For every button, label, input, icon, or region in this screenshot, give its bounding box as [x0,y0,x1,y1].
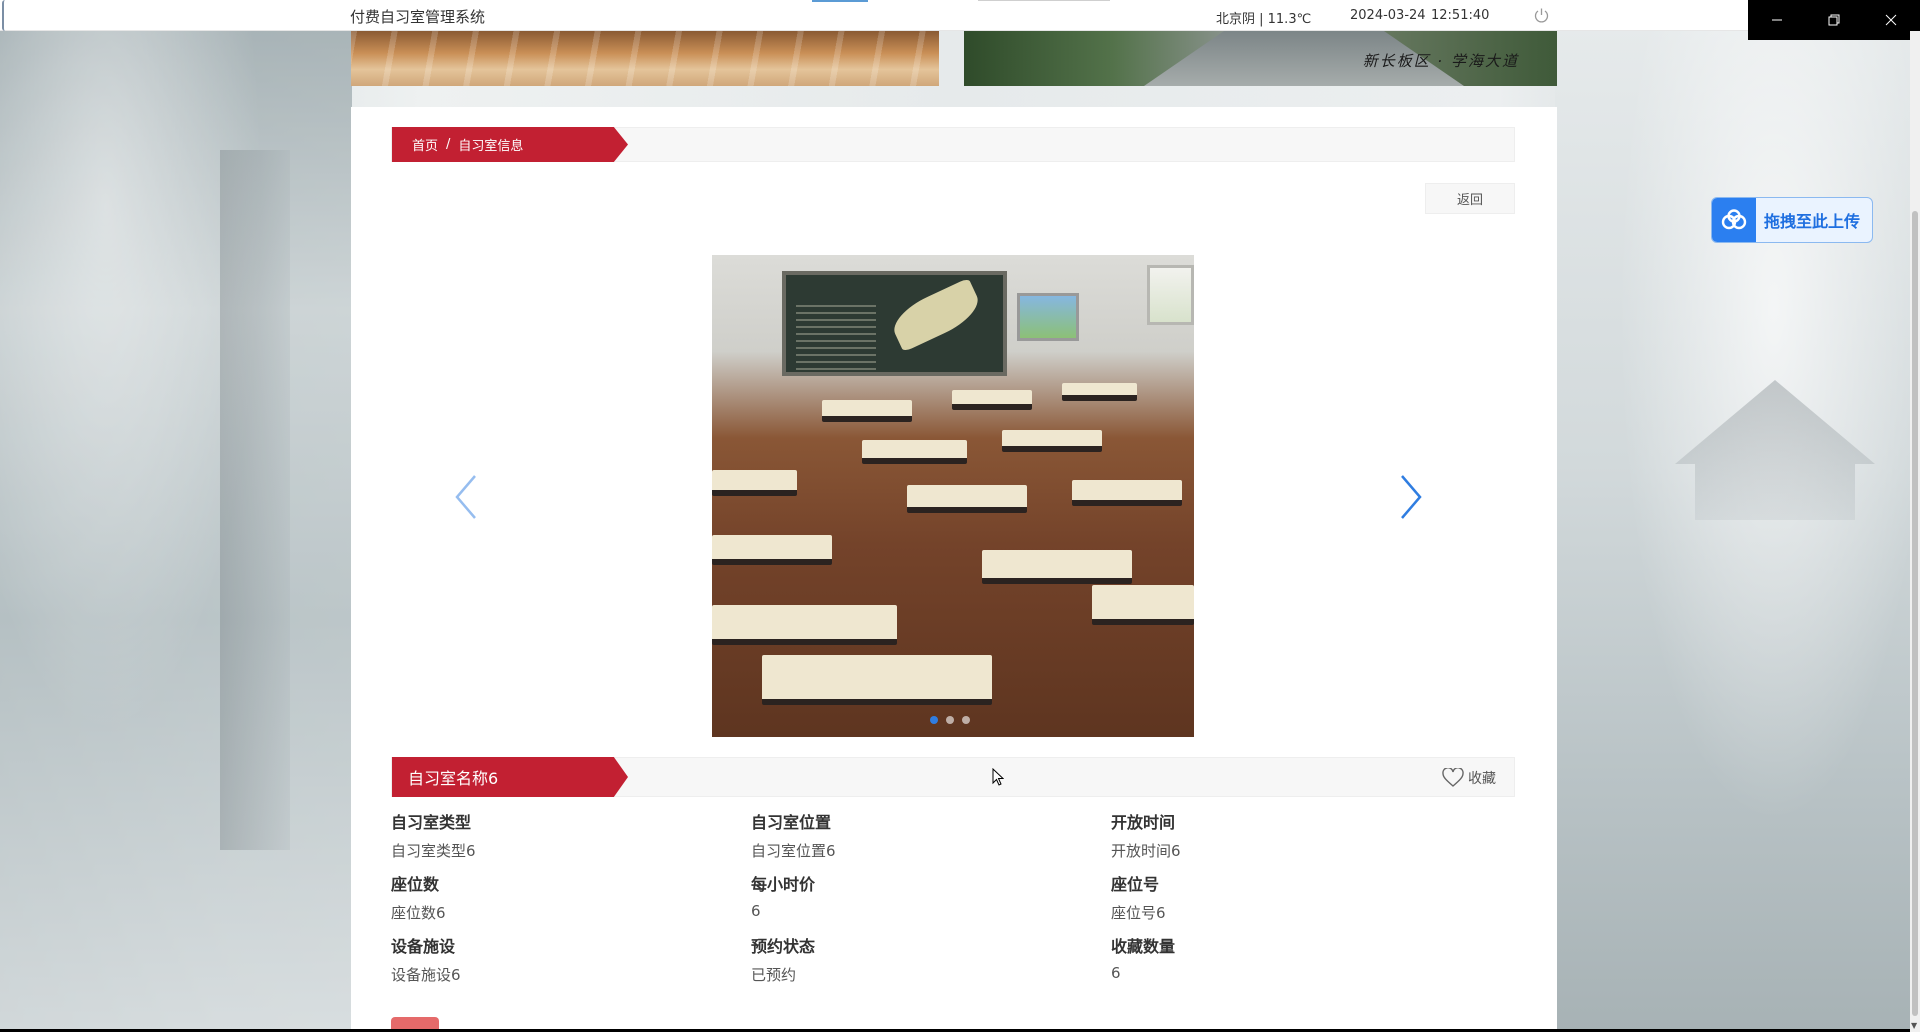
field-label: 收藏数量 [1111,937,1176,956]
banner-caption: 新长板区 · 学海大道 [1362,52,1519,70]
field-value: 已预约 [751,966,797,984]
heart-icon [1442,768,1464,787]
background-right [1555,0,1920,1032]
image-carousel [391,255,1515,737]
breadcrumb-home-link[interactable]: 首页 [412,135,438,154]
carousel-dot[interactable] [962,716,970,724]
breadcrumb-separator: / [446,137,451,152]
field-value: 座位数6 [391,904,446,922]
restore-icon [1828,14,1839,26]
close-icon [1885,14,1896,26]
chevron-left-icon [455,475,476,519]
field-value: 设备施设6 [391,966,461,984]
info-column-3: 开放时间 开放时间6 座位号 座位号6 收藏数量 6 [1111,809,1451,995]
slide-window [1147,265,1194,325]
detail-panel: 首页 / 自习室信息 返回 自习室名称6 收藏 自习室类型 自习室类型6 座位数… [351,107,1557,1032]
breadcrumb: 首页 / 自习室信息 [391,127,1515,162]
upload-label: 拖拽至此上传 [1764,212,1861,231]
minimize-icon [1771,19,1782,21]
back-button[interactable]: 返回 [1425,183,1515,214]
divider-line [978,0,1110,1]
desk [712,605,897,645]
date-text: 2024-03-24 [1350,8,1426,23]
desk [862,440,967,464]
restore-button[interactable] [1805,0,1862,40]
field-label: 开放时间 [1111,813,1176,832]
room-title-bar: 自习室名称6 收藏 [391,757,1515,797]
background-pillar [220,150,290,850]
field-value: 6 [751,902,761,920]
breadcrumb-current: 自习室信息 [458,139,524,154]
room-name: 自习室名称6 [392,757,628,797]
time-text: 12:51:40 [1431,8,1490,23]
carousel-slide-image [712,255,1194,737]
field-label: 自习室类型 [391,813,472,832]
desk [1072,480,1182,506]
banner-image-left [351,31,939,86]
carousel-next-button[interactable] [1391,472,1431,522]
background-pagoda [1675,380,1875,520]
desk [712,535,832,565]
field-value: 开放时间6 [1111,842,1181,860]
window-controls [1748,0,1920,40]
field-value: 座位号6 [1111,904,1166,922]
field-value: 自习室位置6 [751,842,836,860]
carousel-dots [930,716,970,724]
banner-image-right: 新长板区 · 学海大道 [964,31,1557,86]
field-value: 6 [1111,964,1121,982]
info-column-2: 自习室位置 自习室位置6 每小时价 6 预约状态 已预约 [751,809,1091,995]
scrollbar-thumb[interactable] [1912,211,1918,1016]
desk [952,390,1032,410]
carousel-dot[interactable] [946,716,954,724]
page-scrollbar[interactable]: ▼ [1910,31,1920,1032]
app-title: 付费自习室管理系统 [350,8,486,26]
desk [1002,430,1102,452]
background-left [0,0,352,1032]
progress-indicator [812,0,868,2]
upload-drop-zone[interactable]: 拖拽至此上传 [1711,197,1873,243]
desk [712,470,797,496]
breadcrumb-tag: 首页 / 自习室信息 [392,127,628,162]
carousel-prev-button[interactable] [446,472,486,522]
power-icon[interactable] [1533,7,1550,24]
field-value: 自习室类型6 [391,842,476,860]
favorite-button[interactable]: 收藏 [1442,768,1496,788]
desk [822,400,912,422]
desk [907,485,1027,513]
field-label: 设备施设 [391,937,456,956]
field-label: 自习室位置 [751,813,832,832]
weather-text: 北京阴 | 11.3℃ [1216,12,1312,27]
desk [762,655,992,705]
chevron-right-icon [1401,475,1422,519]
slide-blackboard [782,271,1007,376]
favorite-label: 收藏 [1468,771,1496,787]
mouse-cursor-icon [992,768,1004,786]
slide-wall-picture [1017,293,1079,341]
window-left-edge [2,0,10,31]
field-label: 座位数 [391,875,440,894]
desk [1092,585,1194,625]
scroll-down-arrow-icon[interactable]: ▼ [1911,1021,1917,1030]
field-label: 座位号 [1111,875,1160,894]
top-bar: 付费自习室管理系统 北京阴 | 11.3℃ 2024-03-24 12:51:4… [0,0,1748,31]
info-column-1: 自习室类型 自习室类型6 座位数 座位数6 设备施设 设备施设6 [391,809,731,995]
desk [982,550,1132,584]
field-label: 每小时价 [751,875,816,894]
desk [1062,383,1137,401]
field-label: 预约状态 [751,937,816,956]
carousel-dot[interactable] [930,716,938,724]
cloud-upload-icon [1712,198,1756,242]
minimize-button[interactable] [1748,0,1805,40]
